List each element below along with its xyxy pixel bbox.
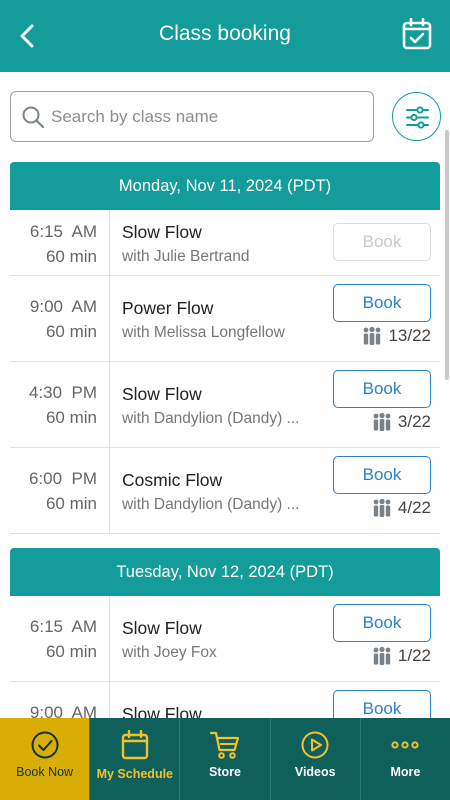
class-row: 9:00 AM 60 min Power Flow with Melissa L… xyxy=(10,276,440,362)
class-name[interactable]: Slow Flow xyxy=(122,618,322,639)
class-time: 6:00 PM xyxy=(28,469,97,488)
class-time: 6:15 AM xyxy=(29,617,97,636)
class-name[interactable]: Cosmic Flow xyxy=(122,470,322,491)
class-time: 9:00 AM xyxy=(29,703,97,718)
day-separator xyxy=(10,534,440,548)
tab-label: Book Now xyxy=(16,765,74,779)
tab-videos[interactable]: Videos xyxy=(271,718,361,800)
more-dots-icon xyxy=(361,730,450,762)
time-column: 9:00 AM xyxy=(10,682,110,718)
class-row: 9:00 AM Slow Flow Book xyxy=(10,682,440,718)
class-name[interactable]: Slow Flow xyxy=(122,384,322,405)
spots-count: 13/22 xyxy=(388,326,431,345)
people-icon xyxy=(373,646,391,665)
class-teacher: with Joey Fox xyxy=(122,644,217,661)
class-teacher: with Julie Bertrand xyxy=(122,248,250,265)
time-column: 6:00 PM 60 min xyxy=(10,448,110,533)
book-button[interactable]: Book xyxy=(333,690,431,718)
class-time: 4:30 PM xyxy=(28,383,97,402)
class-info: Power Flow with Melissa Longfellow xyxy=(122,298,322,342)
bottom-tab-bar: Book Now My Schedule Store Videos More xyxy=(0,718,450,800)
time-column: 6:15 AM 60 min xyxy=(10,596,110,681)
page-title: Class booking xyxy=(159,22,291,45)
class-duration: 60 min xyxy=(45,494,97,513)
app-header: Class booking xyxy=(0,0,450,72)
class-info: Slow Flow with Joey Fox xyxy=(122,618,322,662)
tab-label: Videos xyxy=(294,765,336,779)
cart-icon xyxy=(180,730,269,762)
class-teacher: with Dandylion (Dandy) ... xyxy=(122,496,300,513)
book-button[interactable]: Book xyxy=(333,604,431,642)
class-info: Slow Flow with Julie Bertrand xyxy=(122,222,322,266)
spots-indicator: 13/22 xyxy=(362,326,431,346)
people-icon xyxy=(373,412,391,431)
search-icon xyxy=(21,105,45,129)
spots-indicator: 3/22 xyxy=(372,412,431,432)
people-icon xyxy=(364,326,381,345)
class-duration: 60 min xyxy=(45,408,97,427)
class-time: 9:00 AM xyxy=(29,297,97,316)
spots-count: 3/22 xyxy=(397,412,431,431)
class-name[interactable]: Slow Flow xyxy=(122,704,322,718)
book-button-disabled: Book xyxy=(333,223,431,261)
spots-count: 4/22 xyxy=(397,498,431,517)
spots-indicator: 1/22 xyxy=(372,646,431,666)
tab-store[interactable]: Store xyxy=(180,718,271,800)
class-time: 6:15 AM xyxy=(29,222,97,241)
day-header: Monday, Nov 11, 2024 (PDT) xyxy=(10,162,440,210)
people-icon xyxy=(373,498,391,517)
class-duration: 60 min xyxy=(45,642,97,661)
search-input[interactable] xyxy=(51,102,361,132)
class-info: Cosmic Flow with Dandylion (Dandy) ... xyxy=(122,470,322,514)
filter-button[interactable] xyxy=(392,92,441,141)
tab-label: Store xyxy=(209,765,241,779)
book-button[interactable]: Book xyxy=(333,370,431,408)
tab-more[interactable]: More xyxy=(361,718,450,800)
class-row: 6:00 PM 60 min Cosmic Flow with Dandylio… xyxy=(10,448,440,534)
class-info: Slow Flow with Dandylion (Dandy) ... xyxy=(122,384,322,428)
search-box[interactable] xyxy=(10,91,374,142)
tab-label: More xyxy=(390,765,421,779)
class-name[interactable]: Power Flow xyxy=(122,298,322,319)
class-name[interactable]: Slow Flow xyxy=(122,222,322,243)
class-list: Monday, Nov 11, 2024 (PDT) 6:15 AM 60 mi… xyxy=(10,162,440,718)
spots-indicator: 4/22 xyxy=(372,498,431,518)
calendar-icon xyxy=(90,730,179,762)
class-duration: 60 min xyxy=(45,322,97,341)
class-teacher: with Melissa Longfellow xyxy=(122,324,285,341)
sliders-icon xyxy=(406,106,429,129)
class-info: Slow Flow xyxy=(122,704,322,718)
calendar-check-icon[interactable] xyxy=(402,17,432,50)
time-column: 4:30 PM 60 min xyxy=(10,362,110,447)
class-teacher: with Dandylion (Dandy) ... xyxy=(122,410,300,427)
class-row: 6:15 AM 60 min Slow Flow with Joey Fox B… xyxy=(10,596,440,682)
tab-my-schedule[interactable]: My Schedule xyxy=(90,718,181,800)
spots-count: 1/22 xyxy=(397,646,431,665)
time-column: 6:15 AM 60 min xyxy=(10,210,110,275)
class-row: 4:30 PM 60 min Slow Flow with Dandylion … xyxy=(10,362,440,448)
class-duration: 60 min xyxy=(45,247,97,266)
scrollbar[interactable] xyxy=(445,130,449,380)
book-button[interactable]: Book xyxy=(333,284,431,322)
check-circle-icon xyxy=(0,730,89,762)
class-row: 6:15 AM 60 min Slow Flow with Julie Bert… xyxy=(10,210,440,276)
tab-label: My Schedule xyxy=(96,767,174,781)
play-circle-icon xyxy=(271,730,360,762)
tab-book-now[interactable]: Book Now xyxy=(0,718,91,800)
time-column: 9:00 AM 60 min xyxy=(10,276,110,361)
book-button[interactable]: Book xyxy=(333,456,431,494)
day-header: Tuesday, Nov 12, 2024 (PDT) xyxy=(10,548,440,596)
